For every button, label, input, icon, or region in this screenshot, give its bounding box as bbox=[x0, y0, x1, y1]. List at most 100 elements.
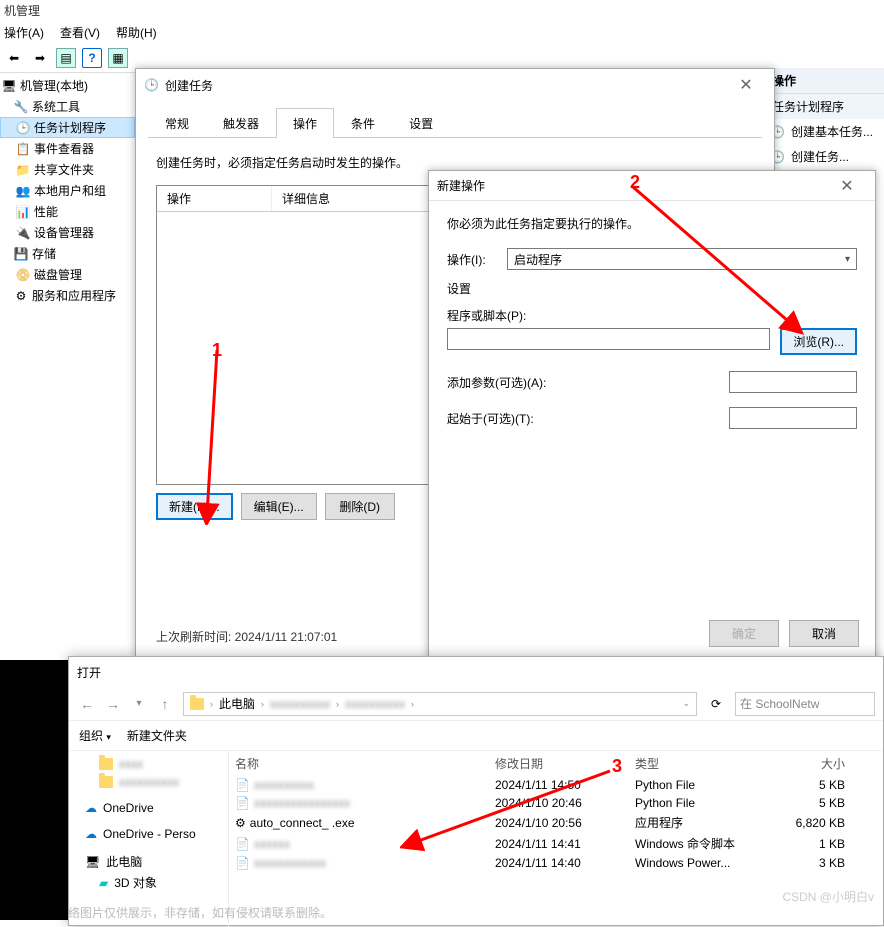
dialog-titlebar[interactable]: 🕒 创建任务 ✕ bbox=[136, 69, 774, 101]
file-type: 应用程序 bbox=[635, 814, 765, 831]
tab-settings[interactable]: 设置 bbox=[392, 108, 450, 138]
tree-event-viewer[interactable]: 📋事件查看器 bbox=[0, 138, 135, 159]
menu-action[interactable]: 操作(A) bbox=[4, 24, 44, 41]
tree-devmgr[interactable]: 🔌设备管理器 bbox=[0, 222, 135, 243]
args-label: 添加参数(可选)(A): bbox=[447, 374, 546, 391]
event-icon: 📋 bbox=[16, 142, 30, 156]
tree-diskmgr[interactable]: 📀磁盘管理 bbox=[0, 264, 135, 285]
hdr-type[interactable]: 类型 bbox=[635, 755, 765, 772]
search-input[interactable]: 在 SchoolNetw bbox=[735, 692, 875, 716]
new-button[interactable]: 新建(N)... bbox=[156, 493, 233, 520]
panel-create-task[interactable]: 🕒创建任务... bbox=[764, 144, 884, 169]
path-this-pc[interactable]: 此电脑 bbox=[219, 695, 255, 712]
chevron-down-icon[interactable]: ⌄ bbox=[682, 698, 690, 709]
address-bar: ← → ▾ ↑ › 此电脑 › xxxxxxxxxx › xxxxxxxxxx … bbox=[69, 687, 883, 721]
panel-create-basic[interactable]: 🕒创建基本任务... bbox=[764, 119, 884, 144]
path-seg[interactable]: xxxxxxxxxx bbox=[270, 697, 330, 711]
sb-this-pc[interactable]: 🖥此电脑 bbox=[69, 851, 228, 872]
file-row[interactable]: 📄xxxxxxxxxxxxxxxx 2024/1/10 20:46 Python… bbox=[229, 794, 883, 812]
organize-menu[interactable]: 组织 ▾ bbox=[79, 727, 111, 744]
tb-fwd-icon[interactable]: ➡ bbox=[30, 48, 50, 68]
file-date: 2024/1/11 14:40 bbox=[495, 856, 635, 870]
tb-back-icon[interactable]: ⬅ bbox=[4, 48, 24, 68]
startin-input[interactable] bbox=[729, 407, 857, 429]
tab-general[interactable]: 常规 bbox=[148, 108, 206, 138]
file-icon: 📄 bbox=[235, 778, 250, 792]
watermark: CSDN @小明白v bbox=[782, 888, 874, 905]
chevron-right-icon: › bbox=[261, 699, 264, 709]
nav-history[interactable]: ▾ bbox=[129, 694, 149, 714]
clock-icon: 🕒 bbox=[144, 78, 159, 92]
close-button[interactable]: ✕ bbox=[827, 172, 867, 200]
tb-props-icon[interactable]: ▤ bbox=[56, 48, 76, 68]
tab-actions[interactable]: 操作 bbox=[276, 108, 334, 138]
sb-folder[interactable]: xxxx bbox=[69, 755, 228, 773]
menu-view[interactable]: 查看(V) bbox=[60, 24, 100, 41]
open-titlebar[interactable]: 打开 bbox=[69, 657, 883, 687]
address-path[interactable]: › 此电脑 › xxxxxxxxxx › xxxxxxxxxx › ⌄ bbox=[183, 692, 697, 716]
edit-button[interactable]: 编辑(E)... bbox=[241, 493, 317, 520]
program-input[interactable] bbox=[447, 328, 770, 350]
nav-fwd[interactable]: → bbox=[103, 694, 123, 714]
tree-perf[interactable]: 📊性能 bbox=[0, 201, 135, 222]
file-row[interactable]: 📄xxxxxx 2024/1/11 14:41 Windows 命令脚本 1 K… bbox=[229, 833, 883, 854]
settings-group-label: 设置 bbox=[447, 280, 857, 297]
file-icon: 📄 bbox=[235, 837, 250, 851]
close-button[interactable]: ✕ bbox=[726, 71, 766, 99]
folder-icon bbox=[99, 758, 113, 770]
tab-triggers[interactable]: 触发器 bbox=[206, 108, 276, 138]
file-list-header: 名称 修改日期 类型 大小 bbox=[229, 751, 883, 776]
nav-back[interactable]: ← bbox=[77, 694, 97, 714]
tb-help-icon[interactable]: ? bbox=[82, 48, 102, 68]
tree-users[interactable]: 👥本地用户和组 bbox=[0, 180, 135, 201]
tb-list-icon[interactable]: ▦ bbox=[108, 48, 128, 68]
sb-folder[interactable]: xxxxxxxxxx bbox=[69, 773, 228, 791]
sb-3d-objects[interactable]: ▰3D 对象 bbox=[69, 872, 228, 893]
cloud-icon: ☁ bbox=[85, 827, 97, 841]
hdr-name[interactable]: 名称 bbox=[235, 755, 495, 772]
sb-onedrive-personal[interactable]: ☁OneDrive - Perso bbox=[69, 825, 228, 843]
open-toolbar: 组织 ▾ 新建文件夹 bbox=[69, 721, 883, 751]
panel-subheader: 任务计划程序 bbox=[764, 94, 884, 119]
file-icon: 📄 bbox=[235, 796, 250, 810]
nav-up[interactable]: ↑ bbox=[155, 694, 175, 714]
tree-root[interactable]: 🖥机管理(本地) bbox=[0, 75, 135, 96]
delete-button[interactable]: 删除(D) bbox=[325, 493, 395, 520]
path-seg[interactable]: xxxxxxxxxx bbox=[345, 697, 405, 711]
disk-icon: 📀 bbox=[16, 268, 30, 282]
tree-task-scheduler[interactable]: 🕒任务计划程序 bbox=[0, 117, 135, 138]
action-select[interactable]: 启动程序 ▾ bbox=[507, 248, 857, 270]
ok-button[interactable]: 确定 bbox=[709, 620, 779, 647]
file-row[interactable]: 📄xxxxxxxxxx 2024/1/11 14:50 Python File … bbox=[229, 776, 883, 794]
tree-shared[interactable]: 📁共享文件夹 bbox=[0, 159, 135, 180]
nav-tree: 🖥机管理(本地) 🔧系统工具 🕒任务计划程序 📋事件查看器 📁共享文件夹 👥本地… bbox=[0, 73, 135, 673]
clock-icon: 🕒 bbox=[16, 121, 30, 135]
file-date: 2024/1/10 20:56 bbox=[495, 816, 635, 830]
dialog2-titlebar[interactable]: 新建操作 ✕ bbox=[429, 171, 875, 201]
tree-storage[interactable]: 💾存储 bbox=[0, 243, 135, 264]
panel-header: 操作 bbox=[764, 68, 884, 94]
menu-bar: 操作(A) 查看(V) 帮助(H) bbox=[0, 21, 884, 43]
annotation-number-3: 3 bbox=[612, 756, 622, 777]
annotation-number-2: 2 bbox=[630, 172, 640, 193]
file-row[interactable]: ⚙auto_connect_ .exe 2024/1/10 20:56 应用程序… bbox=[229, 812, 883, 833]
file-row[interactable]: 📄xxxxxxxxxxxx 2024/1/11 14:40 Windows Po… bbox=[229, 854, 883, 872]
file-name: xxxxxx bbox=[254, 837, 290, 851]
sb-onedrive[interactable]: ☁OneDrive bbox=[69, 799, 228, 817]
tree-systools[interactable]: 🔧系统工具 bbox=[0, 96, 135, 117]
refresh-icon[interactable]: ⟳ bbox=[705, 693, 727, 715]
cancel-button[interactable]: 取消 bbox=[789, 620, 859, 647]
users-icon: 👥 bbox=[16, 184, 30, 198]
file-date: 2024/1/11 14:50 bbox=[495, 778, 635, 792]
new-folder-button[interactable]: 新建文件夹 bbox=[127, 727, 187, 744]
menu-help[interactable]: 帮助(H) bbox=[116, 24, 157, 41]
chevron-down-icon: ▾ bbox=[845, 254, 850, 265]
file-icon: 📄 bbox=[235, 856, 250, 870]
file-type: Python File bbox=[635, 778, 765, 792]
col-operation[interactable]: 操作 bbox=[157, 186, 272, 211]
browse-button[interactable]: 浏览(R)... bbox=[780, 328, 857, 355]
tab-conditions[interactable]: 条件 bbox=[334, 108, 392, 138]
args-input[interactable] bbox=[729, 371, 857, 393]
tree-services[interactable]: ⚙服务和应用程序 bbox=[0, 285, 135, 306]
hdr-size[interactable]: 大小 bbox=[765, 755, 845, 772]
